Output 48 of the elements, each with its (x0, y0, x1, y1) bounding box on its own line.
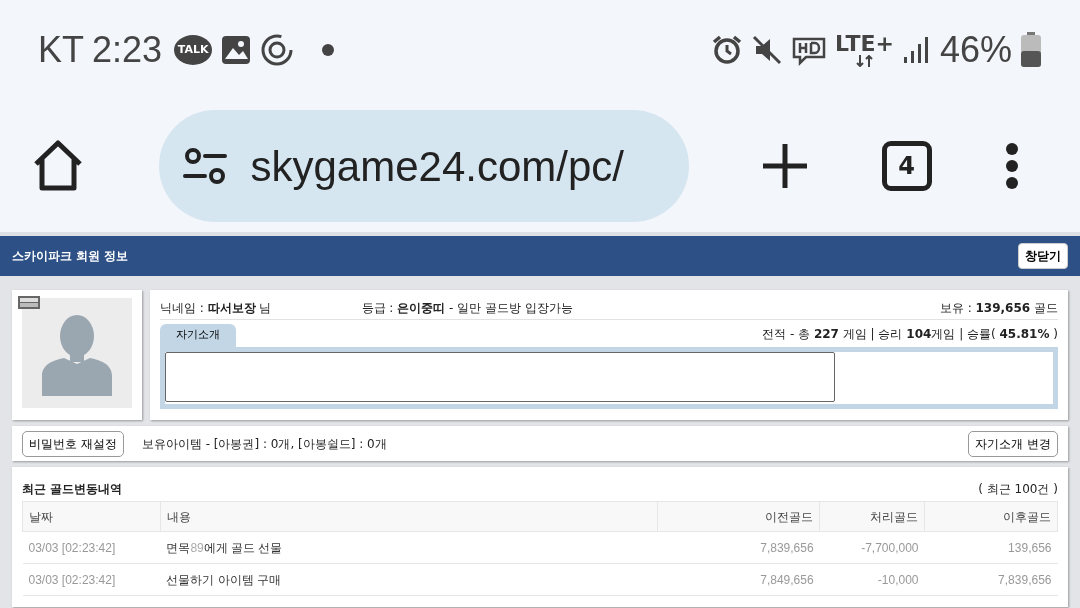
page-settings-icon (182, 146, 227, 186)
reset-password-button[interactable]: 비밀번호 재설정 (22, 430, 124, 457)
table-cell: 7,849,656 (657, 563, 820, 596)
table-cell: 139,656 (924, 531, 1058, 564)
tab[interactable]: 자기소개 (160, 324, 236, 347)
carrier-text: KT (38, 28, 84, 72)
section-title: 최근 골드변동내역 (22, 481, 123, 498)
network-type: LTE+ (835, 33, 894, 55)
page-title: 스카이파크 회원 정보 (12, 248, 129, 265)
record-text: 전적 - 총 227 게임 | 승리 104게임 | 승률( 45.81% ) (762, 325, 1058, 343)
clock-time: 2:23 (92, 28, 163, 72)
url-bar[interactable]: skygame24.com/pc/ (158, 110, 689, 222)
column-header: 처리골드 (819, 501, 925, 532)
table-cell: 7,839,656 (924, 563, 1058, 596)
table-cell: -7,700,000 (819, 531, 925, 564)
column-header: 날짜 (22, 501, 161, 532)
menu-icon[interactable] (1004, 142, 1020, 190)
image-icon (220, 34, 253, 66)
data-arrows-icon (854, 55, 875, 67)
new-tab-icon[interactable] (761, 142, 809, 190)
balance-text: 보유 : 139,656 골드 (939, 299, 1058, 317)
tab-count-button[interactable]: 4 (881, 141, 932, 191)
battery-icon (1020, 32, 1042, 68)
record-count: ( 최근 100건 ) (978, 481, 1058, 498)
close-button[interactable]: 창닫기 (1018, 243, 1068, 269)
table-cell: 7,839,656 (657, 531, 820, 564)
alarm-icon (711, 34, 744, 66)
chat-notification-icon: TALK (174, 35, 213, 65)
table-cell: 03/03 [02:23:42] (22, 531, 161, 564)
avatar-icon (22, 298, 132, 408)
table-cell: 면목89에게 골드 선물 (160, 531, 658, 564)
column-header: 이전골드 (657, 501, 820, 532)
column-header: 이후골드 (924, 501, 1058, 532)
battery-percent: 46% (939, 28, 1012, 72)
grade-text: 등급 : 은이중띠 - 일만 골드방 입장가능 (361, 299, 573, 317)
nickname-text: 닉네임 : 따서보장 님 (160, 299, 272, 317)
mute-icon (751, 34, 784, 66)
table-cell: 선물하기 아이템 구매 (160, 563, 658, 596)
url-text: skygame24.com/pc/ (250, 141, 624, 192)
table-cell: -10,000 (819, 563, 925, 596)
dot-icon (322, 44, 335, 56)
sync-icon (260, 33, 295, 67)
intro-field[interactable] (165, 351, 835, 402)
edit-intro-button[interactable]: 자기소개 변경 (968, 430, 1058, 457)
column-header: 내용 (160, 501, 658, 532)
grade-badge-icon (18, 296, 40, 309)
table-cell: 03/03 [02:23:42] (22, 563, 161, 596)
items-text: 보유아이템 - [아봉권] : 0개, [아봉쉴드] : 0개 (141, 435, 387, 453)
